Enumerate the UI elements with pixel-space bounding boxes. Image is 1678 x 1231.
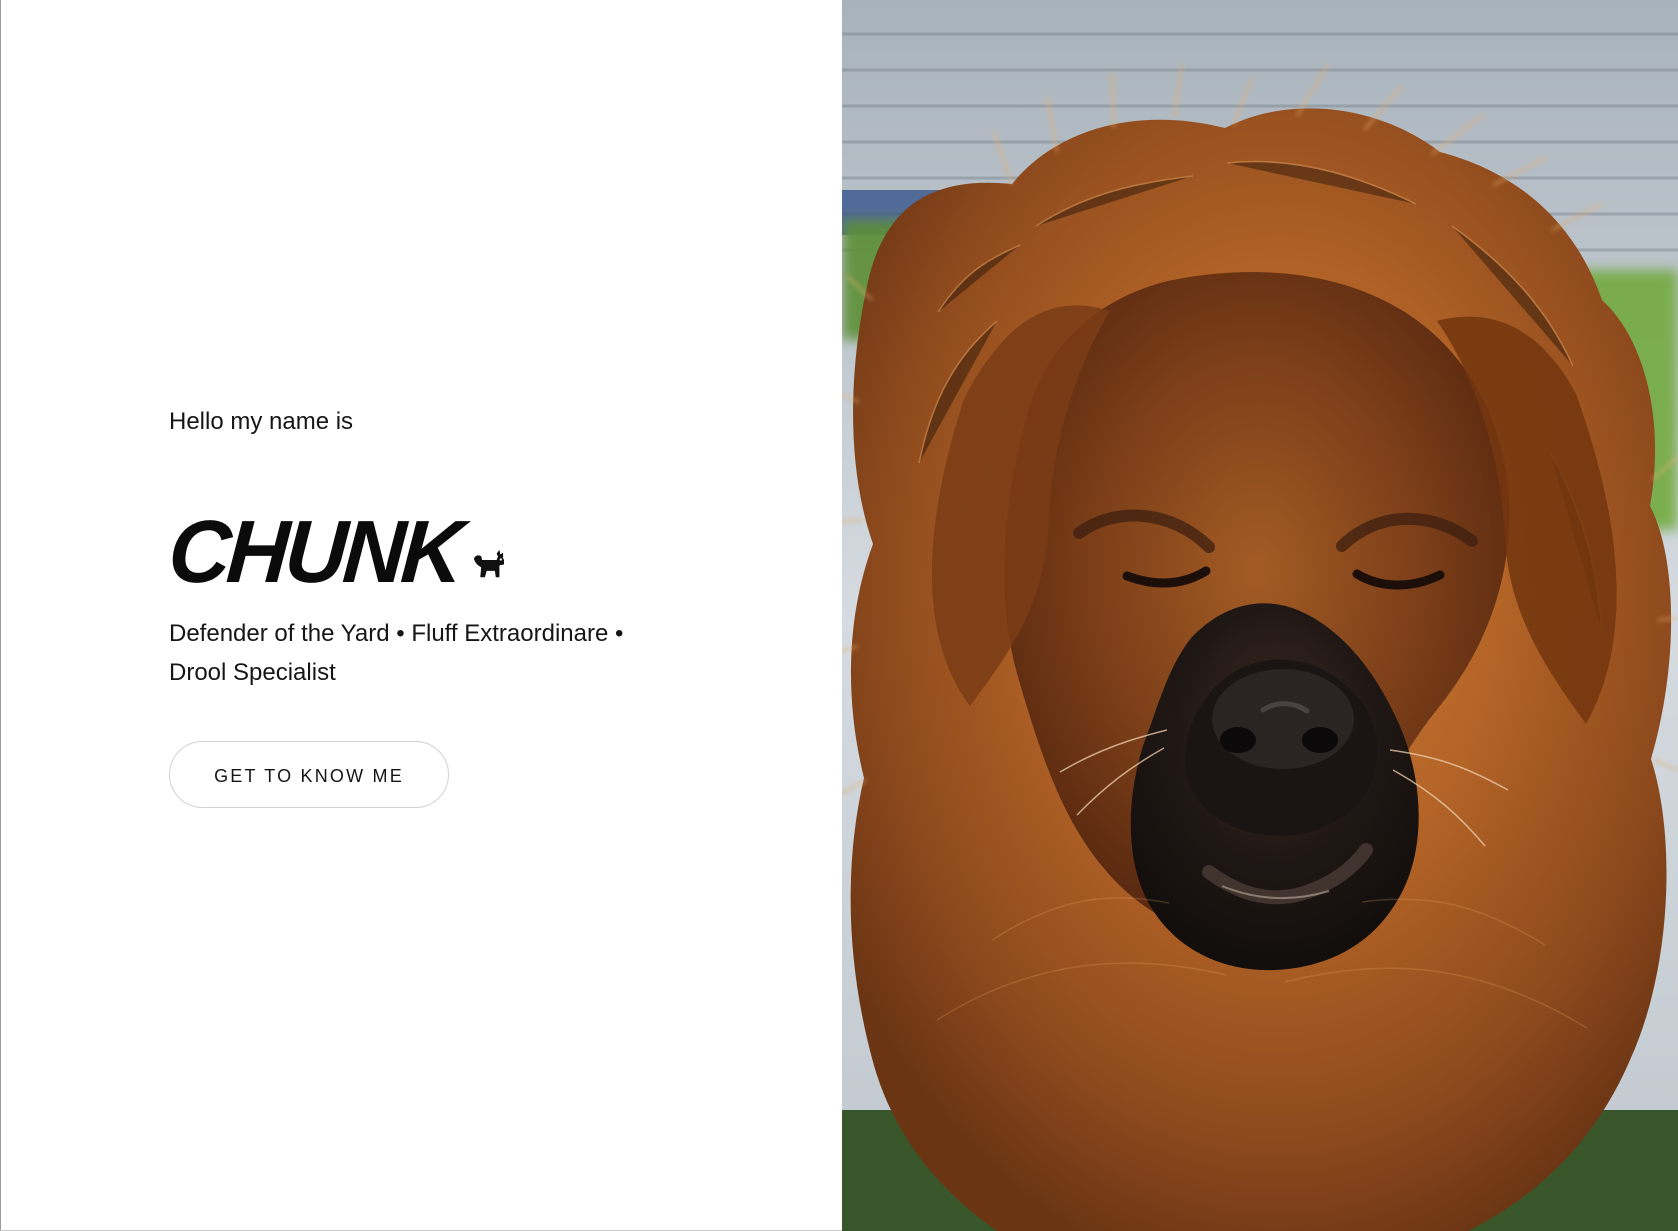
dog-tagline: Defender of the Yard • Fluff Extraordina… [169, 620, 624, 686]
landing-page: Hello my name is CHUNK Defender of the Y… [0, 0, 1678, 1231]
get-to-know-me-button[interactable]: GET TO KNOW ME [169, 741, 449, 808]
dog-portrait-image [842, 0, 1678, 1231]
window-left-edge [0, 0, 1, 1231]
hero-greeting: Hello my name is [169, 408, 354, 435]
dog-photo [842, 0, 1678, 1231]
dog-icon [473, 549, 504, 578]
dog-name-heading: CHUNK [165, 495, 505, 602]
dog-name: CHUNK [165, 502, 464, 602]
hero-text-panel: Hello my name is CHUNK Defender of the Y… [0, 0, 842, 1231]
